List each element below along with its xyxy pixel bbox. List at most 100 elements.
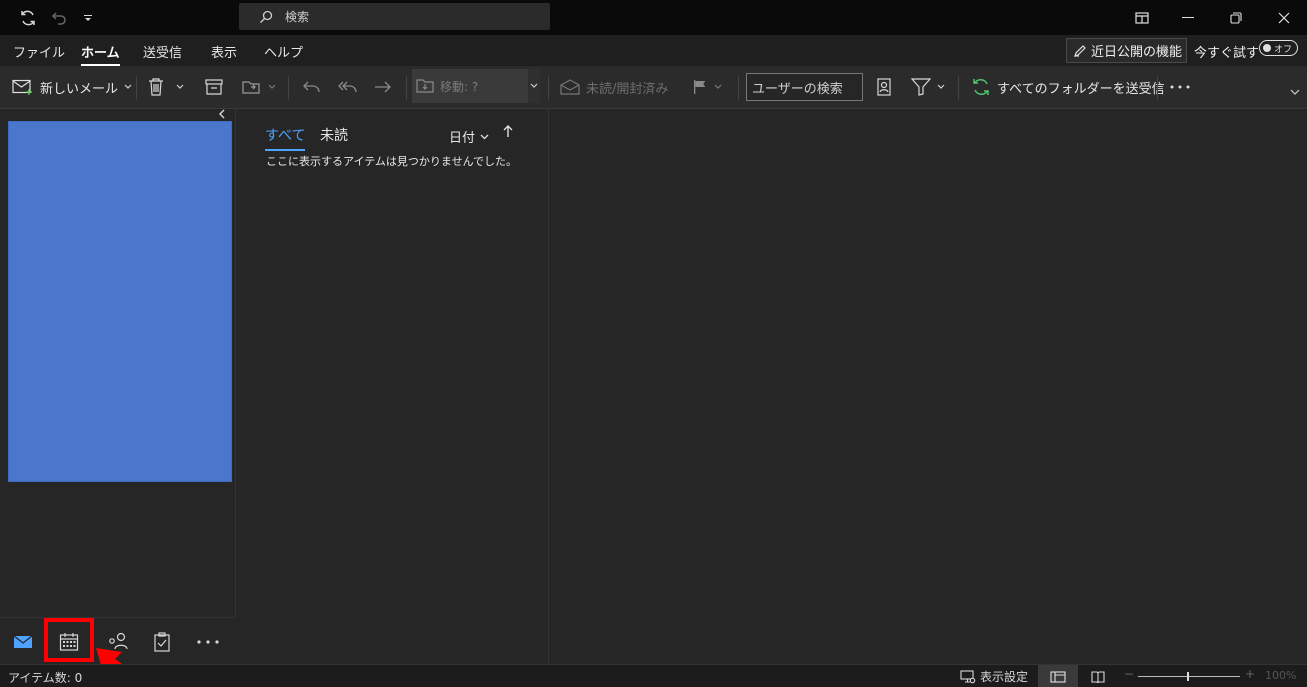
chevron-down-icon	[530, 83, 538, 89]
reading-pane	[550, 109, 1307, 664]
forward-button[interactable]	[373, 66, 393, 108]
reading-view-button[interactable]	[1088, 665, 1108, 687]
move-dropdown[interactable]: 移動: ?	[412, 69, 528, 103]
zoom-level[interactable]: 100%	[1265, 669, 1296, 682]
unread-read-button[interactable]: 未読/開封済み	[560, 66, 668, 108]
preview-toggle[interactable]: オフ	[1259, 40, 1298, 56]
zoom-in-button[interactable]: +	[1245, 667, 1255, 681]
ribbon-separator	[288, 76, 289, 100]
chevron-down-icon	[176, 84, 184, 90]
ribbon-display-options-button[interactable]	[1119, 0, 1165, 35]
archive-icon	[205, 79, 223, 95]
reply-all-button[interactable]	[337, 66, 359, 108]
more-icon	[1170, 85, 1190, 89]
move-to-folder-button[interactable]	[242, 66, 276, 108]
close-button[interactable]	[1261, 0, 1307, 35]
filter-button[interactable]	[911, 66, 945, 108]
menu-send-receive[interactable]: 送受信	[143, 42, 182, 61]
ribbon-separator	[136, 76, 137, 100]
status-bar: アイテム数: 0 表示設定 − + 100%	[0, 664, 1307, 687]
try-now-label: 今すぐ試す	[1194, 46, 1260, 61]
folder-pane	[0, 109, 236, 664]
user-search-placeholder: ユーザーの検索	[752, 81, 843, 97]
user-search-input[interactable]: ユーザーの検索	[746, 73, 863, 101]
pen-icon	[1073, 44, 1087, 58]
message-list-pane: すべて 未読 日付 ここに表示するアイテムは見つかりませんでした。	[237, 109, 549, 664]
archive-button[interactable]	[205, 66, 223, 108]
more-icon	[197, 640, 219, 644]
chevron-down-icon	[714, 84, 722, 90]
menu-bar: ファイル ホーム 送受信 表示 ヘルプ 近日公開の機能 今すぐ試す	[0, 35, 1307, 66]
filter-icon	[911, 78, 931, 96]
tab-unread[interactable]: 未読	[320, 125, 348, 145]
new-mail-icon	[12, 79, 34, 95]
flag-button[interactable]	[692, 66, 722, 108]
display-settings-icon	[960, 669, 976, 684]
sort-direction-arrow-icon[interactable]	[503, 124, 513, 138]
normal-view-icon	[1050, 670, 1066, 683]
reading-view-icon	[1091, 670, 1105, 683]
send-receive-all-label: すべてのフォルダーを送受信	[997, 81, 1165, 97]
item-count: アイテム数: 0	[8, 671, 83, 685]
sync-icon[interactable]	[18, 8, 38, 28]
reply-all-icon	[337, 79, 359, 95]
tab-all[interactable]: すべて	[265, 125, 306, 151]
mail-nav-button[interactable]	[11, 630, 35, 654]
envelope-open-icon	[560, 79, 580, 95]
menu-help[interactable]: ヘルプ	[264, 42, 303, 61]
title-bar: 検索	[0, 0, 1307, 35]
search-icon	[259, 10, 273, 24]
expand-ribbon-button[interactable]	[1290, 76, 1300, 108]
move-dropdown-arrow[interactable]	[528, 69, 540, 103]
reply-icon	[302, 79, 322, 95]
trash-icon	[148, 78, 164, 96]
menu-view[interactable]: 表示	[211, 42, 237, 61]
toggle-label: オフ	[1274, 44, 1293, 55]
menu-file[interactable]: ファイル	[13, 42, 65, 61]
sort-label: 日付	[449, 131, 476, 146]
flag-icon	[692, 79, 708, 95]
new-mail-button[interactable]: 新しいメール	[12, 66, 132, 108]
collapse-pane-icon[interactable]	[218, 109, 226, 119]
chevron-down-icon	[268, 84, 276, 90]
ribbon-separator	[958, 76, 959, 100]
restore-button[interactable]	[1213, 0, 1259, 35]
menu-home[interactable]: ホーム	[81, 42, 120, 66]
sort-by-date-button[interactable]: 日付	[449, 127, 489, 146]
more-options-button[interactable]	[1170, 66, 1190, 108]
minimize-button[interactable]	[1165, 0, 1211, 35]
toggle-knob	[1263, 44, 1271, 52]
more-nav-button[interactable]	[196, 630, 220, 654]
ribbon-toolbar: 新しいメール 移動: ? 未読/開封済み ユーザーの検索 すべてのフォルダーを送…	[0, 66, 1307, 109]
reply-button[interactable]	[302, 66, 322, 108]
zoom-slider-thumb[interactable]	[1187, 672, 1189, 681]
ribbon-separator	[738, 76, 739, 100]
folder-list-panel	[8, 121, 232, 482]
zoom-out-button[interactable]: −	[1124, 667, 1134, 681]
chevron-down-icon	[937, 84, 945, 90]
normal-view-button[interactable]	[1038, 665, 1078, 687]
ribbon-separator	[1157, 76, 1158, 100]
undo-icon[interactable]	[49, 8, 69, 28]
empty-list-message: ここに表示するアイテムは見つかりませんでした。	[266, 155, 518, 168]
sync-green-icon	[971, 77, 991, 97]
delete-button[interactable]	[148, 66, 184, 108]
search-box[interactable]: 検索	[239, 3, 550, 30]
send-receive-all-button[interactable]: すべてのフォルダーを送受信	[971, 66, 1165, 108]
folder-move-icon	[242, 79, 262, 95]
chevron-down-icon	[1290, 89, 1300, 95]
chevron-down-icon	[124, 84, 132, 90]
new-mail-label: 新しいメール	[40, 81, 119, 97]
coming-soon-button[interactable]: 近日公開の機能	[1066, 38, 1187, 63]
tasks-icon	[153, 632, 171, 652]
zoom-slider-track[interactable]	[1138, 676, 1240, 677]
view-settings-button[interactable]: 表示設定	[960, 668, 1028, 685]
address-book-button[interactable]	[876, 66, 892, 108]
forward-icon	[373, 79, 393, 95]
coming-soon-label: 近日公開の機能	[1091, 45, 1183, 60]
move-label: 移動: ?	[440, 79, 479, 94]
folder-arrow-icon	[416, 77, 436, 95]
ribbon-separator	[548, 76, 549, 100]
customize-qat-icon[interactable]	[78, 8, 98, 28]
ribbon-separator	[406, 76, 407, 100]
